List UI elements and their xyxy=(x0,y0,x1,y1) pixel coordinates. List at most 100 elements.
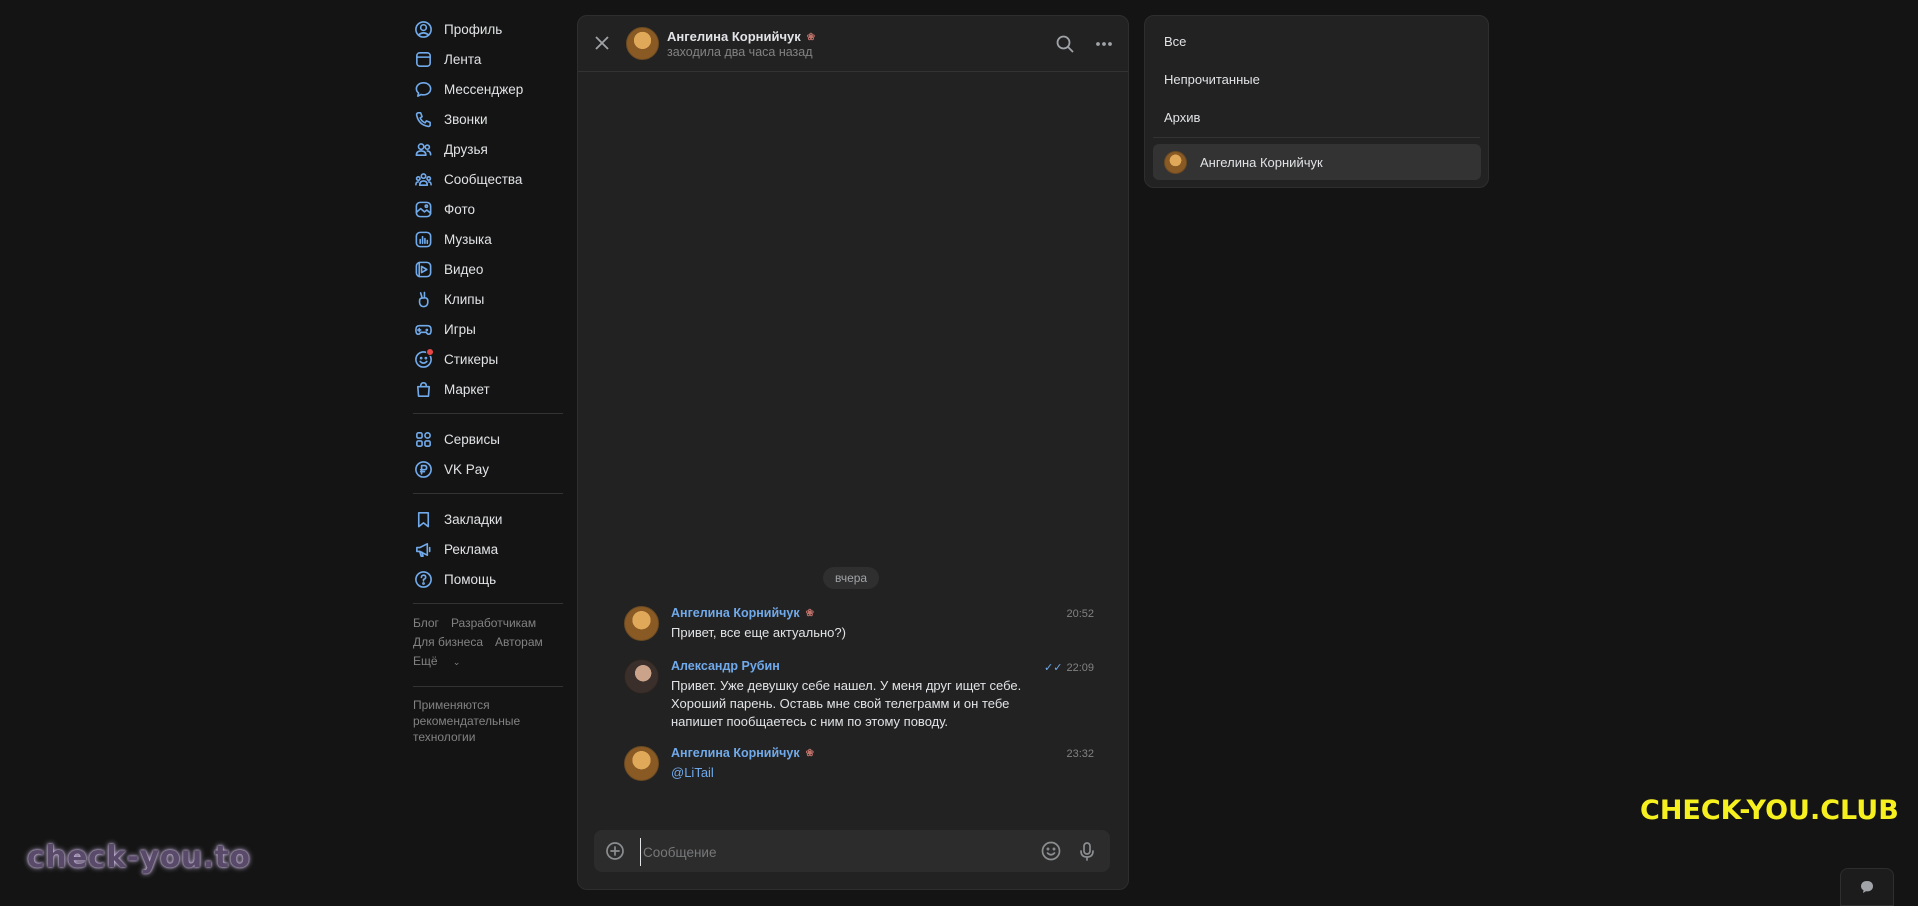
gamepad-icon xyxy=(413,319,433,339)
nav-item-help[interactable]: Помощь xyxy=(413,564,563,594)
nav-item-video[interactable]: Видео xyxy=(413,254,563,284)
footer-link-more[interactable]: Ещё ⌄ xyxy=(413,654,472,668)
nav-item-communities[interactable]: Сообщества xyxy=(413,164,563,194)
nav-item-message[interactable]: Мессенджер xyxy=(413,74,563,104)
nav-item-music[interactable]: Музыка xyxy=(413,224,563,254)
nav-item-vk-pay[interactable]: VK Pay xyxy=(413,454,563,484)
help-icon xyxy=(413,569,433,589)
message-author[interactable]: Ангелина Корнийчук ❀ xyxy=(671,746,814,760)
message-text: Привет. Уже девушку себе нашел. У меня д… xyxy=(671,678,1022,729)
more-actions-button[interactable] xyxy=(1093,33,1115,55)
nav-item-services-grid[interactable]: Сервисы xyxy=(413,424,563,454)
chat-peer-name[interactable]: Ангелина Корнийчук ❀ xyxy=(667,29,815,44)
chat-window: Ангелина Корнийчук ❀ заходила два часа на… xyxy=(577,15,1129,890)
video-icon xyxy=(413,259,433,279)
conversation-item[interactable]: Ангелина Корнийчук xyxy=(1153,144,1481,180)
nav-item-label: Сообщества xyxy=(444,171,523,187)
close-icon xyxy=(595,36,609,50)
nav-item-label: Игры xyxy=(444,321,476,337)
plus-circle-icon xyxy=(606,842,624,860)
floating-chat-button[interactable] xyxy=(1840,868,1894,906)
microphone-icon xyxy=(1080,842,1094,861)
filter-unread[interactable]: Непрочитанные xyxy=(1164,72,1260,87)
avatar[interactable] xyxy=(626,27,659,60)
nav-item-label: Стикеры xyxy=(444,351,499,367)
market-bag-icon xyxy=(413,379,433,399)
photo-icon xyxy=(413,199,433,219)
nav-item-phone[interactable]: Звонки xyxy=(413,104,563,134)
search-icon xyxy=(1056,35,1074,53)
message[interactable]: Александр Рубин ✓✓ 22:09 Привет. Уже деву… xyxy=(624,659,1094,739)
nav-item-label: Лента xyxy=(444,51,482,67)
nav-item-gamepad[interactable]: Игры xyxy=(413,314,563,344)
nav-item-label: Видео xyxy=(444,261,484,277)
footer-link-authors[interactable]: Авторам xyxy=(495,635,543,649)
mention-link[interactable]: @LiTail xyxy=(671,764,1036,782)
nav-item-label: Музыка xyxy=(444,231,492,247)
search-in-chat-button[interactable] xyxy=(1054,33,1076,55)
voice-message-button[interactable] xyxy=(1076,840,1098,862)
message[interactable]: Ангелина Корнийчук ❀ 20:52 Привет, все ещ… xyxy=(624,606,1094,646)
footer-link-business[interactable]: Для бизнеса xyxy=(413,635,483,649)
nav-item-bookmark[interactable]: Закладки xyxy=(413,504,563,534)
left-navigation: Профиль Лента Мессенджер Звонки Друзья Сообще… xyxy=(413,14,563,745)
message-time: 23:32 xyxy=(1066,748,1094,760)
avatar[interactable] xyxy=(624,746,659,781)
avatar[interactable] xyxy=(624,659,659,694)
nav-item-friends[interactable]: Друзья xyxy=(413,134,563,164)
nav-divider xyxy=(413,493,563,494)
friends-icon xyxy=(413,139,433,159)
message-author[interactable]: Ангелина Корнийчук ❀ xyxy=(671,606,814,620)
footer-link-developers[interactable]: Разработчикам xyxy=(451,616,536,630)
nav-divider xyxy=(413,603,563,604)
avatar xyxy=(1164,151,1187,174)
footer-more-label: Ещё xyxy=(413,654,438,668)
nav-item-newsfeed[interactable]: Лента xyxy=(413,44,563,74)
paw-emoji-icon: ❀ xyxy=(806,32,816,43)
avatar[interactable] xyxy=(624,606,659,641)
nav-divider xyxy=(413,686,563,687)
smile-icon xyxy=(1041,841,1061,861)
nav-item-label: Маркет xyxy=(444,381,490,397)
message-time-wrapper: ✓✓ 22:09 xyxy=(1044,661,1094,674)
conversation-filters-panel: Все Непрочитанные Архив Ангелина Корнийч… xyxy=(1144,15,1489,188)
message-author[interactable]: Александр Рубин xyxy=(671,659,780,673)
conversation-name: Ангелина Корнийчук xyxy=(1200,155,1323,170)
nav-item-sticker[interactable]: Стикеры xyxy=(413,344,563,374)
nav-item-label: Закладки xyxy=(444,511,503,527)
nav-item-photo[interactable]: Фото xyxy=(413,194,563,224)
paw-emoji-icon: ❀ xyxy=(805,748,815,759)
nav-item-label: Профиль xyxy=(444,21,503,37)
nav-item-market-bag[interactable]: Маркет xyxy=(413,374,563,404)
footer-link-blog[interactable]: Блог xyxy=(413,616,439,630)
message-composer xyxy=(594,830,1110,872)
nav-item-user-circle[interactable]: Профиль xyxy=(413,14,563,44)
newsfeed-icon xyxy=(413,49,433,69)
nav-extra-section: Закладки Реклама Помощь xyxy=(413,504,563,594)
attach-button[interactable] xyxy=(605,841,625,861)
chat-peer-status: заходила два часа назад xyxy=(667,45,813,59)
communities-icon xyxy=(413,169,433,189)
services-grid-icon xyxy=(413,429,433,449)
message-icon xyxy=(413,79,433,99)
filter-archive[interactable]: Архив xyxy=(1164,110,1200,125)
watermark-right: CHECK-YOU.CLUB xyxy=(1640,795,1899,826)
phone-icon xyxy=(413,109,433,129)
nav-item-label: Мессенджер xyxy=(444,81,524,97)
recommendation-tech-note[interactable]: Применяются рекомендательные технологии xyxy=(413,697,543,745)
message-text: Привет, все еще актуально?) xyxy=(671,625,846,640)
close-chat-button[interactable] xyxy=(592,33,612,53)
nav-item-label: Фото xyxy=(444,201,476,217)
nav-services-section: Сервисы VK Pay xyxy=(413,424,563,484)
message-author-label: Ангелина Корнийчук xyxy=(671,606,800,620)
chat-bubble-icon xyxy=(1861,881,1873,893)
message[interactable]: Ангелина Корнийчук ❀ 23:32 @LiTail xyxy=(624,746,1094,786)
nav-item-label: Друзья xyxy=(444,141,488,157)
message-input[interactable] xyxy=(640,838,1025,866)
nav-item-label: Помощь xyxy=(444,571,497,587)
nav-item-megaphone[interactable]: Реклама xyxy=(413,534,563,564)
message-time: 22:09 xyxy=(1066,662,1094,674)
filter-all[interactable]: Все xyxy=(1164,34,1186,49)
emoji-button[interactable] xyxy=(1040,840,1062,862)
nav-item-clips[interactable]: Клипы xyxy=(413,284,563,314)
